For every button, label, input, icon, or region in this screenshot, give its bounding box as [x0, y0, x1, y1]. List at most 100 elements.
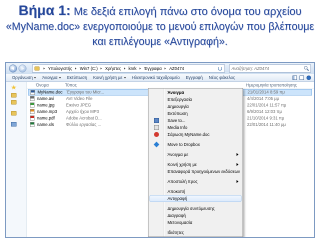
forward-button[interactable]: [18, 64, 27, 73]
favorites-star-icon[interactable]: [11, 85, 17, 90]
breadcrumb-documents[interactable]: Έγγραφα: [143, 65, 163, 72]
menu-item-move-to-dropbox[interactable]: Move to Dropbox: [150, 141, 242, 148]
burn-button[interactable]: Εγγραφή: [183, 74, 206, 82]
new-folder-label: Νέος φάκελος: [208, 75, 236, 80]
chevron-right-icon[interactable]: [43, 67, 45, 70]
instruction-line-1: Βήμα 1: Με δεξιά επιλογή πάνω στο όνομα …: [0, 2, 320, 19]
navigation-pane: [6, 82, 27, 237]
menu-item-share-with[interactable]: Κοινή χρήση με: [150, 161, 242, 168]
preview-pane-icon[interactable]: [299, 75, 304, 80]
address-box[interactable]: Υπολογιστής Win7 (C:) Χρήστες knrk Έγγρα…: [32, 64, 225, 73]
column-header-date[interactable]: Ημερομηνία τροποποίησης: [246, 82, 297, 89]
back-button[interactable]: [9, 64, 17, 73]
help-icon[interactable]: [306, 75, 311, 80]
menu-item-save-to[interactable]: Save to...: [150, 117, 242, 124]
breadcrumb-current-folder[interactable]: AZ0474: [168, 65, 185, 72]
instruction-line-3: και επιλέγουμε «Αντιγραφή».: [92, 36, 228, 48]
search-box: [229, 64, 311, 73]
submenu-arrow-icon: [236, 163, 239, 166]
chevron-right-icon[interactable]: [164, 67, 167, 70]
antivirus-scan-icon: [154, 132, 159, 137]
menu-item-label: Move to Dropbox: [167, 142, 200, 147]
pdf-file-icon: [30, 115, 35, 121]
video-file-icon: [30, 96, 35, 101]
file-date: 22/01/2014 11:40 μμ: [247, 122, 286, 127]
chevron-down-icon: [58, 77, 61, 79]
nav-folder-icon[interactable]: [11, 93, 17, 98]
chevron-right-icon[interactable]: [100, 67, 103, 70]
column-header-type[interactable]: Τύπος: [65, 82, 77, 89]
folder-icon: [34, 66, 40, 71]
menu-item-send-to[interactable]: Αποστολή προς: [150, 178, 242, 185]
word-file-icon: [30, 90, 35, 95]
search-input[interactable]: [229, 65, 302, 72]
menu-item-label: Κοινή χρήση με: [167, 162, 197, 167]
menu-item-edit[interactable]: Επεξεργασία: [150, 96, 242, 103]
chevron-right-icon[interactable]: [139, 67, 142, 70]
open-button[interactable]: Άνοιγμα: [39, 74, 64, 82]
organize-label: Οργάνωση: [12, 75, 33, 80]
menu-item-delete[interactable]: Διαγραφή: [150, 212, 242, 219]
menu-item-properties[interactable]: Ιδιότητες: [150, 229, 242, 236]
file-name: MyName.doc: [37, 89, 63, 95]
menu-item-label: Save to...: [167, 118, 186, 123]
search-icon[interactable]: [304, 66, 308, 70]
audio-file-icon: [30, 109, 35, 114]
open-label: Άνοιγμα: [42, 75, 58, 80]
nav-folder-icon[interactable]: [11, 100, 17, 105]
change-view-icon[interactable]: [292, 75, 297, 80]
menu-item-label: Media Info: [167, 125, 188, 130]
address-bar-region: Υπολογιστής Win7 (C:) Χρήστες knrk Έγγρα…: [6, 63, 314, 74]
media-info-icon: [154, 125, 159, 130]
chevron-down-icon: [123, 77, 126, 79]
burn-label: Εγγραφή: [185, 75, 203, 80]
image-file-icon: [30, 102, 35, 108]
print-button[interactable]: Εκτύπωση: [64, 74, 90, 82]
share-with-button[interactable]: Κοινή χρήση με: [90, 74, 129, 82]
breadcrumb-user[interactable]: knrk: [128, 65, 138, 72]
explorer-window: Υπολογιστής Win7 (C:) Χρήστες knrk Έγγρα…: [5, 62, 315, 238]
menu-item-rename[interactable]: Μετονομασία: [150, 219, 242, 226]
submenu-arrow-icon: [236, 180, 239, 183]
menu-item-scan[interactable]: Σάρωση MyName.doc: [150, 131, 242, 138]
menu-item-print[interactable]: Εκτύπωση: [150, 110, 242, 117]
menu-item-restore-previous-versions[interactable]: Επαναφορά προηγούμενων εκδόσεων: [150, 168, 242, 175]
command-toolbar: Οργάνωση Άνοιγμα Εκτύπωση Κοινή χρήση με…: [6, 74, 314, 82]
email-label: Ηλεκτρονικό ταχυδρομείο: [131, 75, 180, 80]
email-button[interactable]: Ηλεκτρονικό ταχυδρομείο: [129, 74, 183, 82]
menu-item-open[interactable]: Άνοιγμα: [150, 89, 242, 96]
context-menu: Άνοιγμα Επεξεργασία Δημιουργία Εκτύπωση …: [148, 88, 243, 237]
breadcrumb-drive[interactable]: Win7 (C:): [79, 65, 99, 72]
computer-icon[interactable]: [11, 122, 17, 127]
excel-file-icon: [30, 122, 35, 127]
file-date: 21/01/2014 8:59 πμ: [247, 89, 285, 95]
menu-item-label: Αποστολή προς: [167, 179, 198, 184]
chevron-right-icon[interactable]: [124, 67, 126, 70]
instruction-text-1: Με δεξιά επιλογή πάνω στο όνομα του αρχε…: [73, 6, 302, 18]
save-icon: [154, 118, 159, 123]
organize-button[interactable]: Οργάνωση: [9, 74, 39, 82]
new-folder-button[interactable]: Νέος φάκελος: [206, 74, 238, 82]
menu-item-create-shortcut[interactable]: Δημιουργία συντόμευσης: [150, 205, 242, 212]
file-type: Έγγραφο του Micr...: [66, 89, 105, 95]
menu-item-new[interactable]: Δημιουργία: [150, 103, 242, 110]
submenu-arrow-icon: [236, 153, 239, 156]
instruction-line-2: «MyName.doc» ενεργοποιούμε το μενού επιλ…: [5, 21, 315, 33]
breadcrumb-users[interactable]: Χρήστες: [104, 65, 122, 72]
forward-arrow-icon: [21, 67, 25, 70]
menu-item-label: Σάρωση MyName.doc: [167, 132, 210, 137]
chevron-right-icon[interactable]: [75, 67, 77, 70]
breadcrumb-computer[interactable]: Υπολογιστής: [47, 65, 73, 72]
menu-item-cut[interactable]: Αποκοπή: [150, 188, 242, 195]
menu-item-open-with[interactable]: Άνοιγμα με: [150, 151, 242, 158]
menu-item-copy[interactable]: Αντιγραφή: [149, 195, 242, 202]
chevron-down-icon: [34, 77, 37, 79]
column-header-name[interactable]: Όνομα: [36, 82, 49, 89]
libraries-icon[interactable]: [11, 111, 17, 116]
print-label: Εκτύπωση: [66, 75, 88, 80]
menu-item-media-info[interactable]: Media Info: [150, 124, 242, 131]
file-name: name.xls: [37, 122, 55, 127]
refresh-icon[interactable]: [218, 66, 222, 71]
toolbar-right-group: [290, 75, 311, 80]
step-label: Βήμα 1:: [18, 2, 71, 18]
